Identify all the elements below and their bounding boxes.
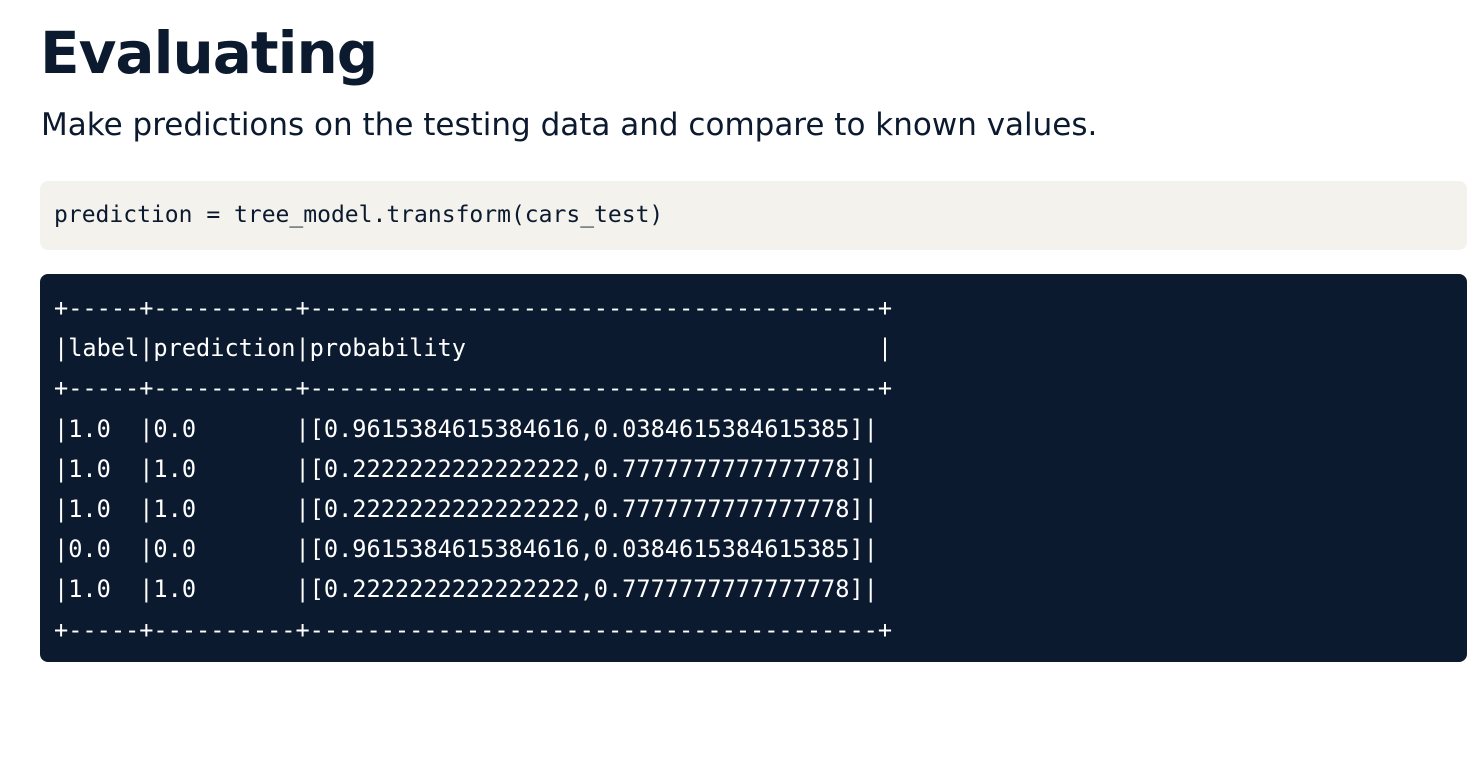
output-header-row: |label|prediction|probability | [54,334,893,363]
code-cell[interactable]: prediction = tree_model.transform(cars_t… [40,181,1467,250]
output-cell: +-----+----------+----------------------… [40,274,1467,662]
output-row: |1.0 |1.0 |[0.2222222222222222,0.7777777… [54,575,878,604]
output-border-mid: +-----+----------+----------------------… [54,374,893,403]
output-row: |0.0 |0.0 |[0.9615384615384616,0.0384615… [54,535,878,564]
output-border-bottom: +-----+----------+----------------------… [54,615,893,644]
output-row: |1.0 |1.0 |[0.2222222222222222,0.7777777… [54,454,878,483]
section-heading: Evaluating [40,19,378,87]
section-description: Make predictions on the testing data and… [41,107,1098,143]
output-row: |1.0 |1.0 |[0.2222222222222222,0.7777777… [54,495,878,524]
code-line: prediction = tree_model.transform(cars_t… [54,202,664,228]
output-border-top: +-----+----------+----------------------… [54,294,893,322]
output-row: |1.0 |0.0 |[0.9615384615384616,0.0384615… [54,414,878,443]
